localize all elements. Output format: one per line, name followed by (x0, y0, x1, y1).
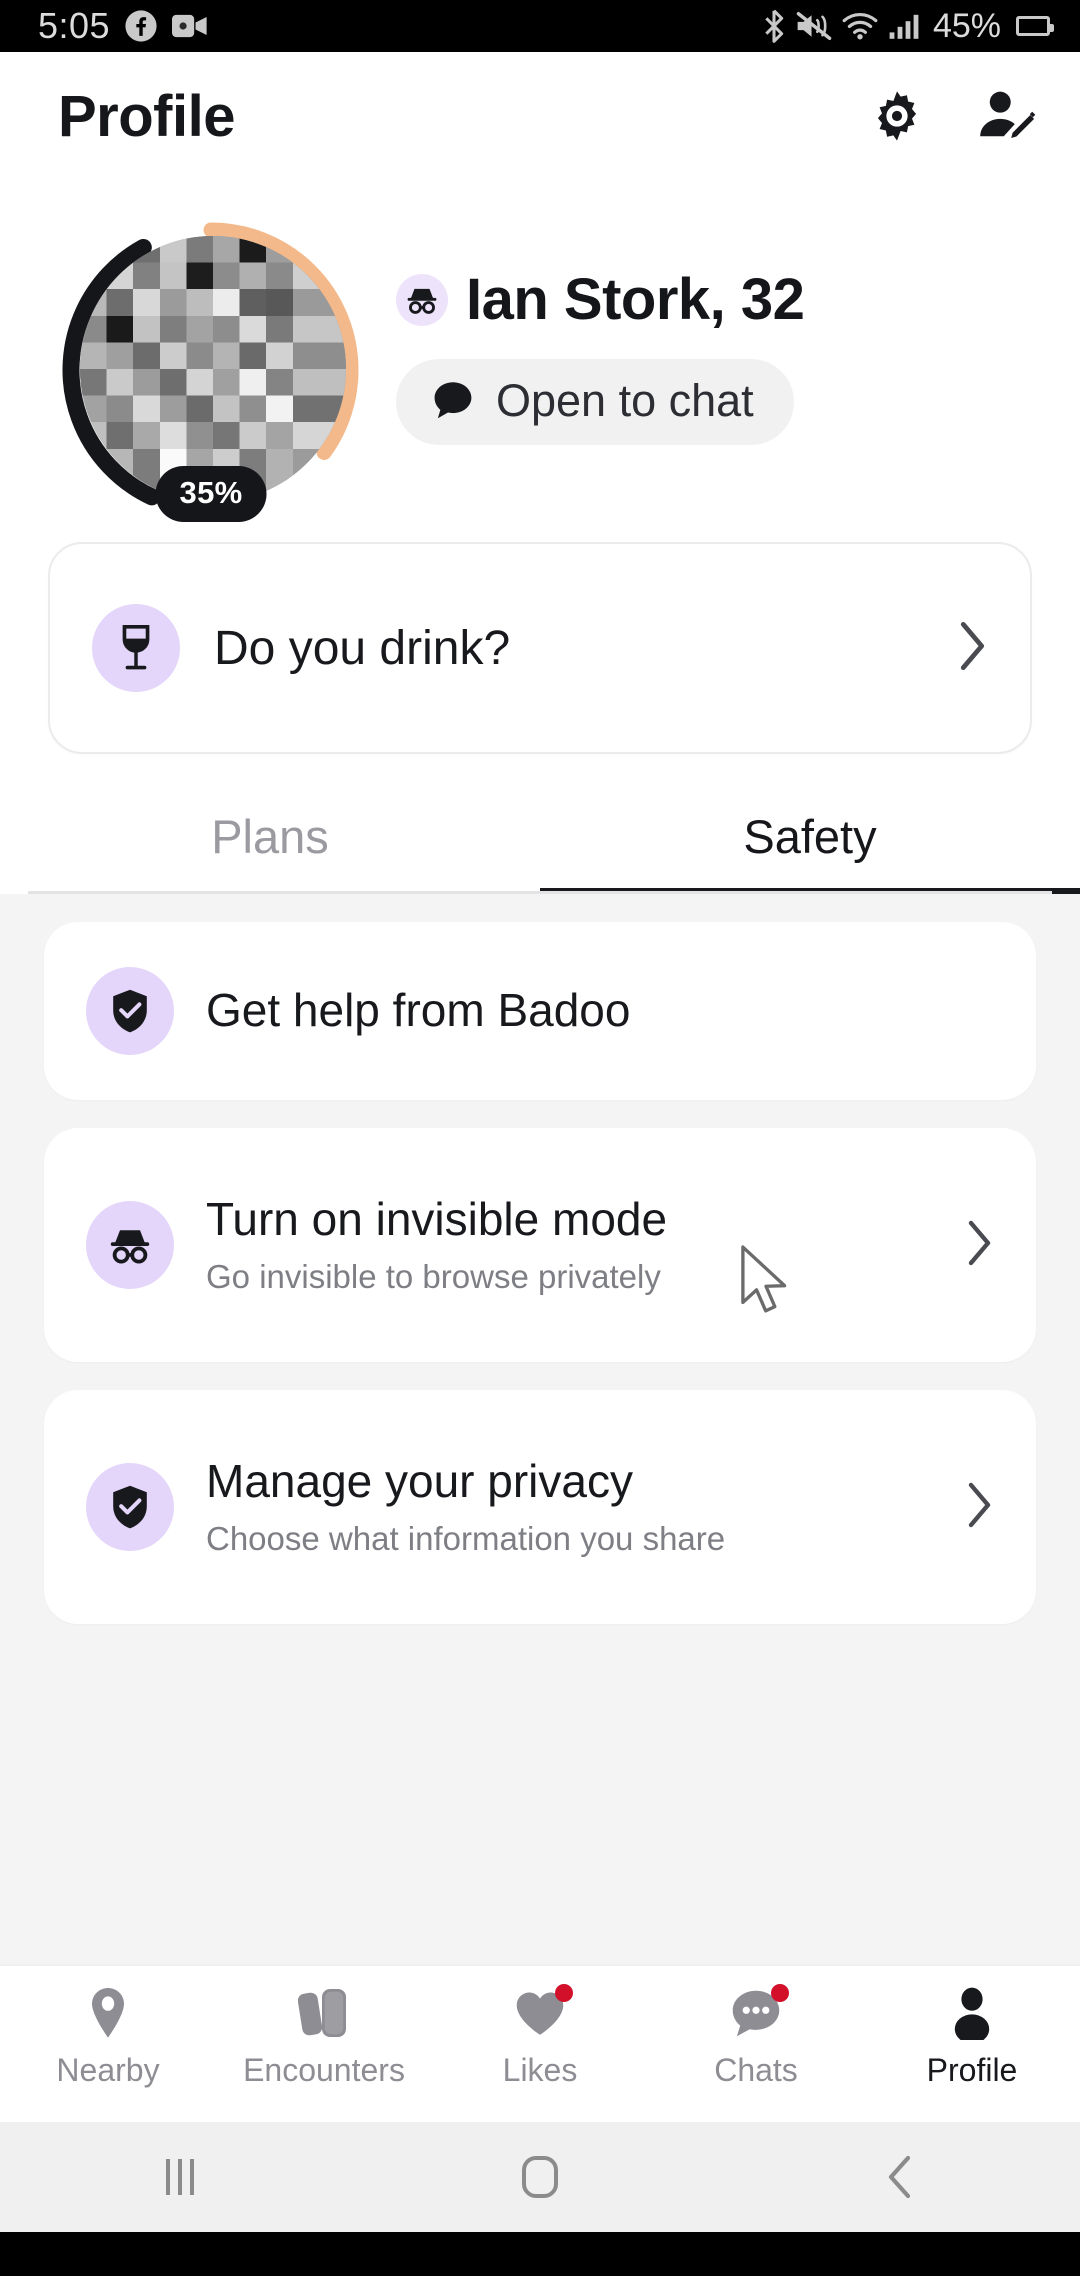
chevron-right-icon (968, 1220, 991, 1265)
status-bar: 5:05 45% (0, 0, 1080, 52)
safety-item-chevron (964, 1481, 996, 1534)
tab-safety[interactable]: Safety (540, 778, 1080, 894)
status-chip-label: Open to chat (496, 375, 754, 426)
bottom-gesture-area (0, 2232, 1080, 2276)
safety-item-title: Turn on invisible mode (206, 1193, 668, 1246)
battery-percent: 45% (932, 6, 1001, 45)
location-pin-icon (92, 1988, 124, 2038)
nav-label: Profile (926, 2052, 1018, 2088)
profile-name-row: Ian Stork, 32 (396, 266, 805, 333)
incognito-badge (396, 273, 448, 326)
shield-check-icon-wrap (86, 967, 174, 1055)
profile-summary: 35% Ian Stork, 32 Open to chat (0, 180, 1080, 522)
prompt-card-title: Do you drink? (214, 621, 511, 675)
page-title: Profile (58, 83, 236, 149)
location-pin-icon-wrap (85, 1982, 131, 2044)
battery-icon (1016, 16, 1054, 36)
nav-item-profile[interactable]: Profile (864, 1982, 1080, 2089)
avatar[interactable]: 35% (56, 218, 366, 528)
profile-photo[interactable] (80, 236, 346, 502)
chat-dots-icon-wrap (729, 1982, 789, 2044)
gear-icon (877, 91, 917, 141)
safety-item-title: Get help from Badoo (206, 984, 631, 1037)
person-edit-icon (980, 91, 1036, 138)
wifi-icon (842, 13, 878, 40)
shield-check-icon (113, 1485, 147, 1529)
app-header: Profile (0, 52, 1080, 180)
safety-list: Get help from Badoo Turn on invisible mo… (0, 894, 1080, 1964)
home-button[interactable] (360, 2153, 720, 2201)
safety-item-invisible-mode[interactable]: Turn on invisible mode Go invisible to b… (44, 1128, 1036, 1362)
video-camera-icon (172, 14, 207, 38)
tab-plans-label: Plans (211, 809, 329, 863)
nav-label: Nearby (56, 2052, 160, 2088)
completion-badge: 35% (155, 466, 267, 522)
status-bar-left: 5:05 (38, 5, 208, 47)
recents-button[interactable] (0, 2155, 360, 2199)
status-chip[interactable]: Open to chat (396, 359, 794, 445)
status-time: 5:05 (38, 5, 111, 46)
volume-mute-icon (796, 12, 832, 40)
phone-screen: 5:05 45% Profile 35% Ian Stork, 32 Open … (0, 0, 1080, 2276)
nav-item-chats[interactable]: Chats (648, 1982, 864, 2089)
incognito-icon (407, 288, 437, 314)
pixelated-photo (80, 236, 346, 502)
back-button[interactable] (720, 2153, 1080, 2201)
nav-label: Likes (502, 2052, 578, 2088)
safety-item-chevron (964, 1219, 996, 1272)
cellular-signal-icon (889, 14, 919, 39)
cards-stack-icon (298, 1989, 346, 2037)
prompt-card-chevron (956, 620, 990, 677)
prompt-card-do-you-drink[interactable]: Do you drink? (48, 542, 1032, 754)
profile-tabs: Plans Safety (0, 778, 1080, 894)
chevron-right-icon (968, 1482, 991, 1527)
recents-icon (166, 2159, 194, 2195)
status-bar-right: 45% (761, 6, 1054, 46)
shield-check-icon-wrap (86, 1463, 174, 1551)
cards-stack-icon-wrap (298, 1982, 350, 2044)
safety-item-body: Get help from Badoo (206, 985, 630, 1037)
tab-plans[interactable]: Plans (0, 778, 540, 894)
profile-name: Ian Stork, 32 (466, 267, 805, 332)
facebook-icon (125, 10, 157, 42)
home-icon (522, 2156, 558, 2198)
back-icon (888, 2155, 911, 2199)
header-actions (864, 83, 1038, 149)
chats-notification-dot (771, 1984, 789, 2002)
bluetooth-icon (765, 9, 784, 43)
safety-item-manage-privacy[interactable]: Manage your privacy Choose what informat… (44, 1390, 1036, 1624)
safety-item-body: Manage your privacy Choose what informat… (206, 1456, 725, 1558)
profile-details: Ian Stork, 32 Open to chat (366, 218, 805, 445)
heart-icon-wrap (513, 1982, 573, 2044)
likes-notification-dot (555, 1984, 573, 2002)
safety-item-title: Manage your privacy (206, 1455, 633, 1508)
shield-check-icon (113, 989, 147, 1033)
nav-item-likes[interactable]: Likes (432, 1982, 648, 2089)
nav-label: Encounters (243, 2052, 405, 2088)
tabs-divider (28, 891, 1052, 894)
incognito-icon (110, 1230, 150, 1264)
wine-glass-icon-wrap (92, 604, 180, 692)
android-navigation-bar (0, 2122, 1080, 2232)
nav-item-nearby[interactable]: Nearby (0, 1982, 216, 2089)
settings-button[interactable] (864, 83, 930, 149)
nav-label: Chats (714, 2052, 798, 2088)
person-icon-wrap (948, 1982, 996, 2044)
incognito-icon-wrap (86, 1201, 174, 1289)
wine-glass-icon (122, 625, 150, 670)
tab-safety-label: Safety (743, 809, 877, 863)
safety-item-subtitle: Choose what information you share (206, 1519, 726, 1557)
chat-bubble-icon (434, 382, 472, 419)
chevron-right-icon (960, 621, 985, 670)
bottom-navigation: Nearby Encounters Likes Chats Profile (0, 1964, 1080, 2122)
person-icon (954, 1987, 990, 2040)
safety-item-get-help[interactable]: Get help from Badoo (44, 922, 1036, 1100)
safety-item-subtitle: Go invisible to browse privately (206, 1257, 661, 1295)
app-content: Profile 35% Ian Stork, 32 Open to chat D… (0, 52, 1080, 2232)
safety-item-body: Turn on invisible mode Go invisible to b… (206, 1194, 667, 1296)
nav-item-encounters[interactable]: Encounters (216, 1982, 432, 2089)
edit-profile-button[interactable] (972, 83, 1038, 149)
